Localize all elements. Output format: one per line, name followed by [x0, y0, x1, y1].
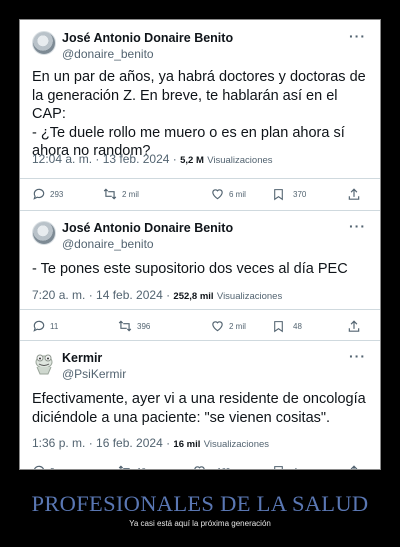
more-options-icon[interactable]: ···	[349, 348, 366, 364]
bookmark-icon	[274, 465, 283, 469]
reply-icon	[33, 320, 45, 332]
tweet-1[interactable]: José Antonio Donaire Benito @donaire_ben…	[20, 20, 380, 210]
tweet-2[interactable]: José Antonio Donaire Benito @donaire_ben…	[20, 210, 380, 340]
share-button[interactable]	[347, 183, 361, 205]
reply-count: 293	[50, 189, 64, 199]
banner-subtitle: Ya casi está aquí la próxima generación	[129, 519, 271, 528]
more-options-icon[interactable]: ···	[349, 218, 366, 234]
share-icon	[350, 464, 358, 469]
reply-icon	[34, 465, 44, 469]
author-name[interactable]: José Antonio Donaire Benito	[62, 221, 233, 235]
tweet-3[interactable]: Kermir @PsiKermir ··· Efectivamente, aye…	[20, 340, 380, 470]
timestamp[interactable]: 7:20 a. m. · 14 feb. 2024 ·	[32, 288, 173, 302]
profile-photo-icon[interactable]	[32, 221, 56, 245]
reply-button[interactable]: 2	[32, 460, 54, 470]
bookmark-button[interactable]: 370	[272, 183, 306, 205]
reply-count: 2	[50, 467, 54, 470]
views-count: 5,2 M	[180, 155, 204, 166]
author-handle[interactable]: @donaire_benito	[62, 47, 154, 61]
bookmark-icon	[274, 320, 283, 332]
action-bar: 2 10 169 4	[20, 460, 380, 470]
banner-title: PROFESIONALES DE LA SALUD	[31, 491, 369, 516]
timestamp[interactable]: 12:04 a. m. · 13 feb. 2024 ·	[32, 152, 180, 166]
retweet-button[interactable]: 2 mil	[102, 183, 139, 205]
action-bar: 293 2 mil 6 mil 370	[20, 183, 380, 205]
bookmark-button[interactable]: 4	[272, 460, 297, 470]
divider	[20, 309, 380, 310]
kermit-frog-icon[interactable]	[32, 351, 56, 375]
tweet-text: En un par de años, ya habrá doctores y d…	[32, 69, 366, 159]
action-bar: 11 396 2 mil 48	[20, 315, 380, 337]
bookmark-count: 370	[293, 189, 307, 199]
author-handle[interactable]: @donaire_benito	[62, 237, 154, 251]
tweet-meta: 7:20 a. m. · 14 feb. 2024 · 252,8 mil Vi…	[32, 288, 282, 302]
bookmark-button[interactable]: 48	[272, 315, 302, 337]
share-button[interactable]	[347, 315, 361, 337]
tweet-text: - Te pones este supositorio dos veces al…	[32, 261, 348, 277]
reply-icon	[33, 188, 45, 200]
retweet-count: 396	[137, 321, 151, 331]
like-count: 6 mil	[229, 189, 246, 199]
views-label: Visualizaciones	[216, 291, 283, 302]
reply-button[interactable]: 293	[32, 183, 63, 205]
bookmark-count: 4	[293, 467, 297, 470]
divider	[20, 178, 380, 179]
retweet-count: 2 mil	[122, 189, 139, 199]
share-icon	[348, 187, 360, 200]
like-button[interactable]: 169	[192, 460, 230, 470]
share-button[interactable]	[347, 460, 361, 469]
views-count: 252,8 mil	[173, 291, 214, 302]
heart-icon	[212, 189, 223, 200]
more-options-icon[interactable]: ···	[349, 28, 366, 44]
reply-count: 11	[50, 321, 59, 331]
share-icon	[348, 319, 360, 332]
heart-icon	[194, 466, 205, 469]
retweet-button[interactable]: 10	[117, 460, 146, 470]
views-label: Visualizaciones	[203, 439, 270, 450]
profile-photo-icon[interactable]	[32, 31, 56, 55]
retweet-icon	[103, 188, 117, 200]
like-count: 169	[217, 467, 230, 470]
like-count: 2 mil	[229, 321, 246, 331]
timestamp[interactable]: 1:36 p. m. · 16 feb. 2024 ·	[32, 436, 173, 450]
reply-button[interactable]: 11	[32, 315, 58, 337]
bookmark-icon	[274, 188, 283, 200]
retweet-count: 10	[137, 467, 146, 470]
views-label: Visualizaciones	[207, 155, 273, 166]
author-name[interactable]: José Antonio Donaire Benito	[62, 31, 233, 45]
retweet-button[interactable]: 396	[117, 315, 150, 337]
retweet-icon	[118, 465, 130, 469]
bookmark-count: 48	[293, 321, 302, 331]
views-count: 16 mil	[173, 439, 201, 450]
author-handle[interactable]: @PsiKermir	[62, 367, 126, 381]
author-name[interactable]: Kermir	[62, 351, 102, 365]
tweet-meta: 1:36 p. m. · 16 feb. 2024 · 16 mil Visua…	[32, 436, 269, 450]
tweet-text: Efectivamente, ayer vi a una residente d…	[32, 391, 366, 426]
tweet-meta: 12:04 a. m. · 13 feb. 2024 · 5,2 M Visua…	[32, 152, 273, 166]
retweet-icon	[118, 320, 132, 332]
like-button[interactable]: 2 mil	[210, 315, 246, 337]
heart-icon	[212, 321, 223, 332]
like-button[interactable]: 6 mil	[210, 183, 246, 205]
tweet-screenshot-card: José Antonio Donaire Benito @donaire_ben…	[19, 19, 381, 470]
